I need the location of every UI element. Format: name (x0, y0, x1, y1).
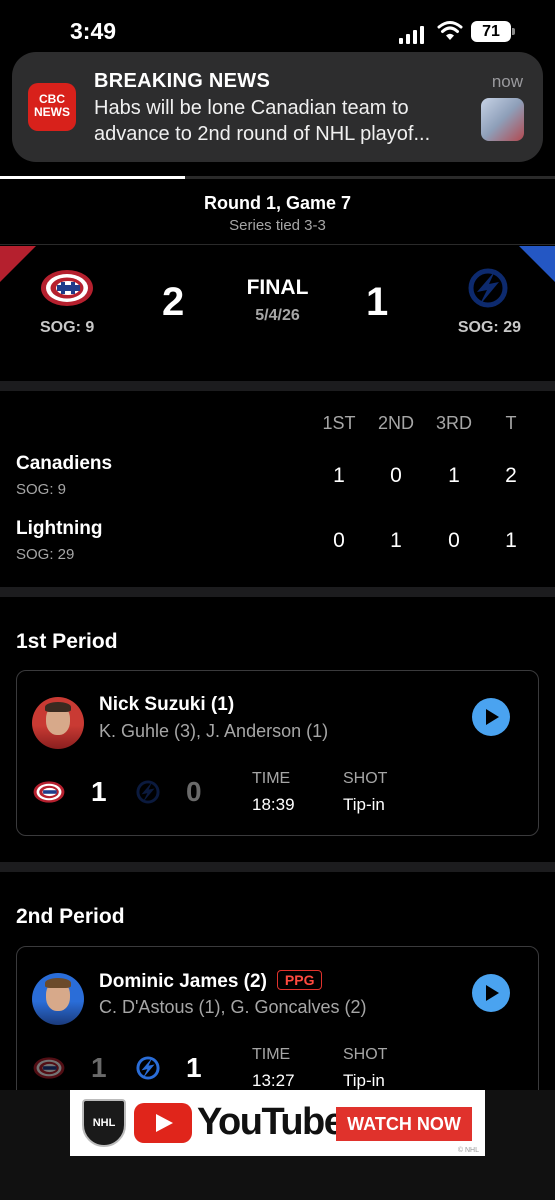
cell: 1 (505, 529, 517, 552)
breaking-news-notification[interactable]: CBC NEWS BREAKING NEWS now Habs will be … (12, 52, 543, 162)
section-divider (0, 587, 555, 597)
notification-title: BREAKING NEWS (94, 70, 271, 92)
ad-banner[interactable]: NHL YouTube WATCH NOW © NHL (70, 1090, 485, 1156)
goal-card[interactable]: Nick Suzuki (1) K. Guhle (3), J. Anderso… (16, 670, 539, 836)
away-score: 1 (366, 280, 389, 324)
goal-card[interactable]: Dominic James (2) PPG C. D'Astous (1), G.… (16, 946, 539, 1112)
period-title: 2nd Period (16, 905, 125, 928)
row-team-name: Lightning (16, 518, 103, 539)
away-running-score: 0 (186, 776, 202, 807)
goal-time: 18:39 (252, 795, 295, 814)
cell: 1 (390, 529, 402, 552)
play-highlight-button[interactable] (472, 698, 510, 736)
away-sog: SOG: 29 (457, 319, 521, 336)
row-team-name: Canadiens (16, 453, 113, 474)
goal-scorer: Nick Suzuki (1) (99, 694, 235, 715)
goal-scorer: Dominic James (2) PPG (99, 970, 323, 993)
ppg-badge: PPG (276, 970, 323, 990)
cell: 2 (505, 464, 517, 487)
lightning-logo-icon[interactable] (461, 268, 515, 308)
youtube-play-icon (134, 1103, 192, 1143)
time-label: TIME (252, 770, 291, 787)
cbc-news-app-icon: CBC NEWS (28, 83, 76, 131)
series-status: Series tied 3-3 (229, 217, 326, 234)
cellular-signal-icon (399, 26, 425, 44)
status-time: 3:49 (70, 18, 117, 44)
cell: 0 (390, 464, 402, 487)
notification-thumbnail (481, 98, 524, 141)
wifi-icon (437, 21, 463, 40)
header-3rd: 3RD (435, 413, 473, 433)
header-total: T (505, 413, 517, 433)
game-header: Round 1, Game 7 Series tied 3-3 (0, 179, 555, 245)
goal-time: 13:27 (252, 1071, 295, 1090)
row-team-sog: SOG: 29 (16, 546, 75, 563)
player-avatar (32, 697, 84, 749)
player-avatar (32, 973, 84, 1025)
lightning-logo-icon (136, 1056, 160, 1080)
canadiens-logo-icon (33, 781, 65, 803)
shot-label: SHOT (343, 770, 388, 787)
section-divider (0, 381, 555, 391)
period-title: 1st Period (16, 630, 118, 653)
shot-type: Tip-in (343, 795, 385, 814)
battery-icon: 71 (471, 21, 515, 42)
canadiens-logo-icon (33, 1057, 65, 1079)
ad-copyright: © NHL (457, 1147, 479, 1154)
goal-assists: K. Guhle (3), J. Anderson (1) (99, 721, 329, 741)
shot-type: Tip-in (343, 1071, 385, 1090)
round-label: Round 1, Game 7 (203, 193, 352, 213)
nhl-shield-icon: NHL (82, 1099, 126, 1147)
row-team-sog: SOG: 9 (16, 481, 67, 498)
status-bar: 3:49 71 (0, 0, 555, 60)
cell: 1 (448, 464, 460, 487)
cell: 1 (333, 464, 345, 487)
lightning-logo-icon (136, 780, 160, 804)
home-running-score: 1 (91, 1052, 107, 1083)
notification-body: Habs will be lone Canadian team to advan… (94, 97, 431, 145)
header-1st: 1ST (322, 413, 356, 433)
play-highlight-button[interactable] (472, 974, 510, 1012)
section-divider (0, 862, 555, 872)
scoreboard: SOG: 9 2 FINAL 5/4/26 1 SOG: 29 (0, 246, 555, 381)
goal-assists: C. D'Astous (1), G. Goncalves (2) (99, 997, 367, 1017)
cell: 0 (448, 529, 460, 552)
notification-time: now (491, 72, 523, 91)
time-label: TIME (252, 1046, 291, 1063)
youtube-wordmark: YouTube (197, 1101, 345, 1143)
cell: 0 (333, 529, 345, 552)
away-running-score: 1 (186, 1052, 202, 1083)
watch-now-button[interactable]: WATCH NOW (336, 1107, 472, 1141)
header-2nd: 2ND (377, 413, 415, 433)
home-running-score: 1 (91, 776, 107, 807)
shot-label: SHOT (343, 1046, 388, 1063)
